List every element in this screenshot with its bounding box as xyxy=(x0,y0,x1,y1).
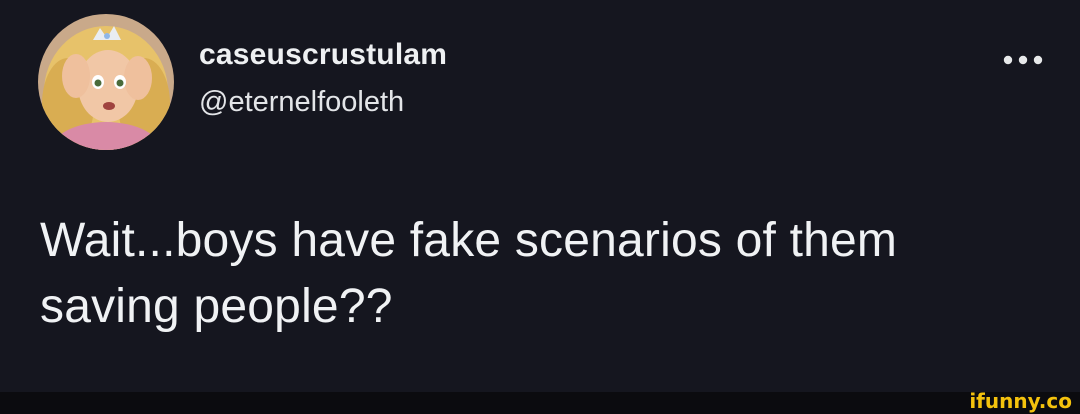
tweet-card: caseuscrustulam @eternelfooleth Wait...b… xyxy=(0,0,1080,392)
tweet-text-line: Wait...boys have fake scenarios of them xyxy=(40,214,898,267)
ifunny-watermark: ifunny.co xyxy=(969,389,1072,413)
avatar[interactable] xyxy=(38,14,174,150)
tweet-text: Wait...boys have fake scenarios of them … xyxy=(40,208,1060,340)
tweet-text-line: saving people?? xyxy=(40,280,393,333)
display-name[interactable]: caseuscrustulam xyxy=(199,38,447,72)
footer-bar: ifunny.co xyxy=(0,389,1080,414)
more-horizontal-icon[interactable] xyxy=(1000,48,1048,72)
user-handle[interactable]: @eternelfooleth xyxy=(199,86,404,119)
